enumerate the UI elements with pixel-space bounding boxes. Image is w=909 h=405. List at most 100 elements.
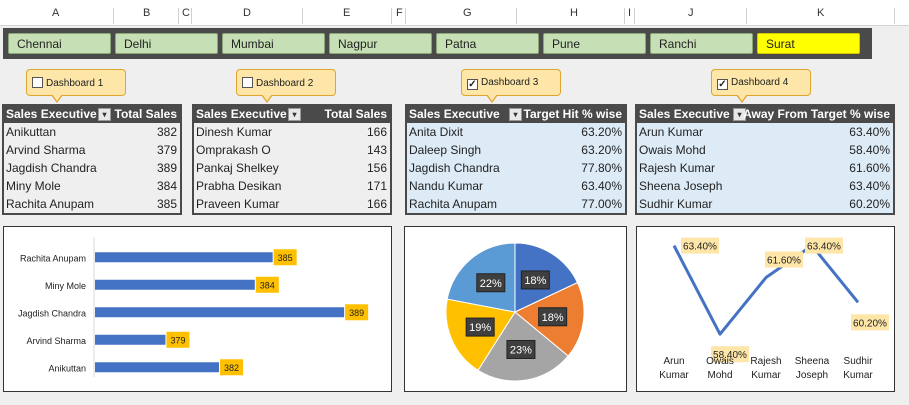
row-value: 382 bbox=[156, 125, 177, 139]
row-value: 385 bbox=[156, 197, 177, 211]
dashboard-1-checkbox[interactable]: Dashboard 1 bbox=[26, 69, 126, 103]
table-row: Arvind Sharma 379 bbox=[4, 141, 180, 159]
city-surat-button[interactable]: Surat bbox=[757, 33, 860, 54]
col-letter-i[interactable]: I bbox=[628, 7, 631, 19]
table-row: Anikuttan 382 bbox=[4, 123, 180, 141]
line-value-label: 63.40% bbox=[807, 242, 841, 253]
table-row: Jagdish Chandra 389 bbox=[4, 159, 180, 177]
table-row: Dinesh Kumar 166 bbox=[194, 123, 390, 141]
city-patna-button[interactable]: Patna bbox=[436, 33, 539, 54]
row-value: 63.20% bbox=[581, 143, 622, 157]
bar-value-label: 379 bbox=[170, 335, 185, 345]
city-nagpur-button[interactable]: Nagpur bbox=[329, 33, 432, 54]
dashboard-3-checkbox[interactable]: ✓ Dashboard 3 bbox=[461, 69, 561, 103]
checkbox-checked-icon[interactable]: ✓ bbox=[467, 79, 478, 90]
dashboard-3-label: Dashboard 3 bbox=[481, 77, 539, 88]
col-letter-h[interactable]: H bbox=[570, 7, 578, 19]
col-letter-d[interactable]: D bbox=[243, 7, 251, 19]
line-category-label: Kumar bbox=[659, 370, 689, 381]
pie-value-label: 18% bbox=[542, 312, 564, 324]
table-row: Prabha Desikan 171 bbox=[194, 177, 390, 195]
line-category-label: Kumar bbox=[751, 370, 781, 381]
row-value: 156 bbox=[366, 161, 387, 175]
line-category-label: Mohd bbox=[707, 370, 732, 381]
dashboard-2-checkbox[interactable]: Dashboard 2 bbox=[236, 69, 336, 103]
line-category-label: Kumar bbox=[843, 370, 873, 381]
row-name: Anikuttan bbox=[6, 125, 57, 139]
bar-category-label: Arvind Sharma bbox=[26, 336, 86, 346]
bar-value-label: 389 bbox=[349, 308, 364, 318]
row-name: Anita Dixit bbox=[409, 125, 464, 139]
city-delhi-button[interactable]: Delhi bbox=[115, 33, 218, 54]
city-chennai-button[interactable]: Chennai bbox=[8, 33, 111, 54]
table-row: Rachita Anupam 385 bbox=[4, 195, 180, 213]
dashboard-4-checkbox[interactable]: ✓ Dashboard 4 bbox=[711, 69, 811, 103]
col-letter-e[interactable]: E bbox=[343, 7, 350, 19]
col-letter-j[interactable]: J bbox=[688, 7, 694, 19]
row-name: Arun Kumar bbox=[639, 125, 704, 139]
row-name: Jagdish Chandra bbox=[6, 161, 97, 175]
city-mumbai-button[interactable]: Mumbai bbox=[222, 33, 325, 54]
line-chart-panel[interactable]: 63.40% 58.40% 61.60% 63.40% 60.20% Arun Kumar O… bbox=[636, 226, 895, 392]
table-header: Sales Executive ▾ Total Sales bbox=[4, 106, 180, 123]
bar-mark bbox=[95, 362, 220, 373]
filter-dropdown-icon[interactable]: ▾ bbox=[509, 108, 522, 121]
row-value: 60.20% bbox=[849, 197, 890, 211]
pivot-table-2: Sales Executive ▾ Total Sales Dinesh Kum… bbox=[192, 104, 392, 215]
bar-value-label: 384 bbox=[260, 280, 275, 290]
row-value: 63.40% bbox=[581, 179, 622, 193]
city-slicer: Chennai Delhi Mumbai Nagpur Patna Pune R… bbox=[3, 28, 872, 59]
table-row: Owais Mohd 58.40% bbox=[637, 141, 893, 159]
line-category-label: Owais bbox=[706, 356, 734, 367]
column-header-total-sales: Total Sales bbox=[324, 107, 387, 121]
col-letter-c[interactable]: C bbox=[182, 7, 190, 19]
pivot-table-3: Sales Executive ▾ Target Hit % wise Anit… bbox=[405, 104, 627, 215]
checkbox-icon[interactable] bbox=[32, 77, 43, 88]
row-name: Rajesh Kumar bbox=[639, 161, 716, 175]
pivot-table-1: Sales Executive ▾ Total Sales Anikuttan 3… bbox=[2, 104, 182, 215]
bar-value-label: 382 bbox=[224, 363, 239, 373]
bar-mark bbox=[95, 307, 345, 318]
table-row: Sudhir Kumar 60.20% bbox=[637, 195, 893, 213]
bar-category-label: Rachita Anupam bbox=[20, 253, 86, 263]
row-value: 77.80% bbox=[581, 161, 622, 175]
row-name: Sudhir Kumar bbox=[639, 197, 713, 211]
filter-dropdown-icon[interactable]: ▾ bbox=[288, 108, 301, 121]
pie-chart-panel[interactable]: 18% 18% 23% 19% 22% bbox=[404, 226, 627, 392]
column-header-target-hit: Target Hit % wise bbox=[523, 107, 622, 121]
table-row: Arun Kumar 63.40% bbox=[637, 123, 893, 141]
bar-category-label: Anikuttan bbox=[48, 363, 86, 373]
table-row: Pankaj Shelkey 156 bbox=[194, 159, 390, 177]
checkbox-checked-icon[interactable]: ✓ bbox=[717, 79, 728, 90]
row-name: Nandu Kumar bbox=[409, 179, 484, 193]
col-letter-b[interactable]: B bbox=[143, 7, 150, 19]
row-value: 58.40% bbox=[849, 143, 890, 157]
col-letter-a[interactable]: A bbox=[52, 7, 59, 19]
city-ranchi-button[interactable]: Ranchi bbox=[650, 33, 753, 54]
col-letter-f[interactable]: F bbox=[396, 7, 403, 19]
table-row: Rachita Anupam 77.00% bbox=[407, 195, 625, 213]
col-letter-g[interactable]: G bbox=[463, 7, 472, 19]
table-row: Anita Dixit 63.20% bbox=[407, 123, 625, 141]
table-row: Omprakash O 143 bbox=[194, 141, 390, 159]
bar-mark bbox=[95, 279, 255, 290]
row-name: Arvind Sharma bbox=[6, 143, 86, 157]
column-header-away-from-target: Away From Target % wise bbox=[743, 107, 890, 121]
city-pune-button[interactable]: Pune bbox=[543, 33, 646, 54]
dashboard-4-label: Dashboard 4 bbox=[731, 77, 789, 88]
row-value: 61.60% bbox=[849, 161, 890, 175]
line-category-label: Rajesh bbox=[750, 356, 781, 367]
pie-value-label: 22% bbox=[480, 278, 502, 290]
bar-chart-panel[interactable]: Rachita Anupam 385 Miny Mole 384 Jagdish Cha… bbox=[3, 226, 392, 392]
checkbox-icon[interactable] bbox=[242, 77, 253, 88]
column-header-executive: Sales Executive bbox=[409, 107, 500, 121]
bar-mark bbox=[95, 334, 166, 345]
table-row: Miny Mole 384 bbox=[4, 177, 180, 195]
row-name: Rachita Anupam bbox=[409, 197, 498, 211]
row-value: 77.00% bbox=[581, 197, 622, 211]
filter-dropdown-icon[interactable]: ▾ bbox=[98, 108, 111, 121]
col-letter-k[interactable]: K bbox=[817, 7, 824, 19]
row-value: 63.40% bbox=[849, 179, 890, 193]
row-name: Omprakash O bbox=[196, 143, 271, 157]
line-category-label: Sheena bbox=[795, 356, 830, 367]
